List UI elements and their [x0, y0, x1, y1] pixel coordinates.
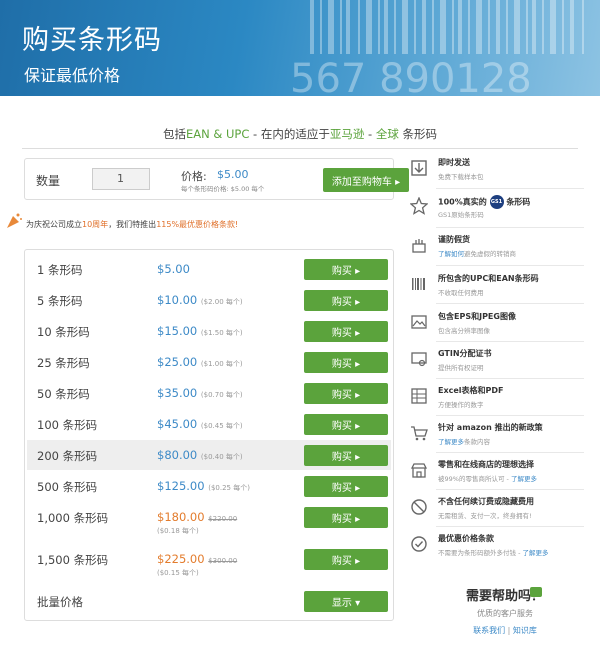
row-price: $15.00 ($1.50 每个)	[157, 324, 243, 338]
barcode-graphic: 567 890128	[290, 0, 584, 96]
price-row: 1,500 条形码 $225.00 $300.00 ($0.15 每个) 购买 …	[27, 544, 391, 580]
price-row: 10 条形码 $15.00 ($1.50 每个) 购买 ▸	[27, 316, 391, 346]
help-subtitle: 优质的客户服务	[477, 609, 533, 618]
learn-how-link[interactable]: 了解如何	[438, 250, 464, 258]
price-label: 价格:	[181, 170, 207, 183]
row-per-unit: ($0.18 每个)	[157, 527, 199, 535]
add-to-cart-button[interactable]: 添加至购物车 ▸	[323, 168, 409, 192]
price-value: $5.00	[217, 168, 249, 181]
row-price: $5.00	[157, 262, 190, 276]
header-banner: 567 890128 购买条形码 保证最低价格	[0, 0, 600, 96]
row-price: $225.00 $300.00	[157, 552, 238, 566]
learn-more-link[interactable]: 了解更多	[522, 549, 548, 557]
row-qty: 10 条形码	[37, 325, 90, 339]
buy-button[interactable]: 购买 ▸	[304, 290, 388, 311]
row-qty: 1,000 条形码	[37, 511, 109, 525]
learn-more-link[interactable]: 了解更多	[438, 438, 464, 446]
chat-icon[interactable]	[530, 587, 542, 597]
bulk-label: 批量价格	[37, 595, 83, 609]
page-subtitle: 保证最低价格	[24, 66, 121, 85]
amazon-logo: amazon	[456, 423, 492, 432]
store-icon	[410, 463, 428, 478]
price-table: 1 条形码 $5.00 购买 ▸ 5 条形码 $10.00 ($2.00 每个)…	[24, 249, 394, 621]
cake-icon	[412, 239, 426, 253]
row-price: $25.00 ($1.00 每个)	[157, 355, 243, 369]
knowledge-base-link[interactable]: 知识库	[513, 626, 537, 635]
buy-button[interactable]: 购买 ▸	[304, 549, 388, 570]
buy-button[interactable]: 购买 ▸	[304, 414, 388, 435]
cart-icon	[411, 426, 428, 441]
row-qty: 500 条形码	[37, 480, 98, 494]
row-price: $80.00 ($0.40 每个)	[157, 448, 243, 462]
buy-button[interactable]: 购买 ▸	[304, 321, 388, 342]
page-title: 购买条形码	[22, 25, 162, 56]
image-icon	[411, 315, 427, 329]
learn-more-link[interactable]: 了解更多	[511, 475, 537, 483]
quantity-box: 数量 1 价格: $5.00 每个条形码价格: $5.00 每个 添加至购物车 …	[24, 158, 409, 200]
price-row: 1 条形码 $5.00 购买 ▸	[27, 254, 391, 284]
price-row-selected: 200 条形码 $80.00 ($0.40 每个) 购买 ▸	[27, 440, 391, 470]
row-qty: 25 条形码	[37, 356, 90, 370]
divider	[22, 148, 578, 149]
row-price: $125.00 ($0.25 每个)	[157, 479, 250, 493]
gs1-logo-icon: GS1	[489, 195, 504, 209]
row-price: $10.00 ($2.00 每个)	[157, 293, 243, 307]
row-qty: 1 条形码	[37, 263, 83, 277]
help-title: 需要帮助吗？	[465, 589, 544, 604]
buy-button[interactable]: 购买 ▸	[304, 259, 388, 280]
bulk-row: 批量价格 显示 ▾	[27, 586, 391, 616]
price-row: 500 条形码 $125.00 ($0.25 每个) 购买 ▸	[27, 471, 391, 501]
barcode-icon	[412, 278, 425, 290]
show-bulk-button[interactable]: 显示 ▾	[304, 591, 388, 612]
price-row: 5 条形码 $10.00 ($2.00 每个) 购买 ▸	[27, 285, 391, 315]
row-qty: 200 条形码	[37, 449, 98, 463]
buy-button[interactable]: 购买 ▸	[304, 476, 388, 497]
feature-item: 100%真实的 GS1 条形码 GS1原始条形码	[406, 195, 584, 231]
buy-button[interactable]: 购买 ▸	[304, 507, 388, 528]
row-qty: 50 条形码	[37, 387, 90, 401]
buy-button[interactable]: 购买 ▸	[304, 445, 388, 466]
row-price: $180.00 $220.00	[157, 510, 238, 524]
row-qty: 5 条形码	[37, 294, 83, 308]
row-price: $35.00 ($0.70 每个)	[157, 386, 243, 400]
certificate-icon	[411, 352, 427, 367]
price-row: 100 条形码 $45.00 ($0.45 每个) 购买 ▸	[27, 409, 391, 439]
spreadsheet-icon	[411, 388, 427, 404]
tagline: 包括EAN & UPC - 在内的适应于亚马逊 - 全球 条形码	[163, 127, 437, 141]
promo-text: 为庆祝公司成立10周年，我们特推出115%最优惠价格条款!	[26, 220, 239, 229]
barcode-digits: 567 890128	[290, 56, 532, 96]
unit-price-note: 每个条形码价格: $5.00 每个	[181, 185, 265, 193]
contact-us-link[interactable]: 联系我们	[473, 626, 505, 635]
celebration-icon	[7, 213, 22, 228]
quantity-input[interactable]: 1	[92, 168, 150, 190]
row-qty: 100 条形码	[37, 418, 98, 432]
check-icon	[411, 536, 427, 552]
price-row: 50 条形码 $35.00 ($0.70 每个) 购买 ▸	[27, 378, 391, 408]
price-row: 25 条形码 $25.00 ($1.00 每个) 购买 ▸	[27, 347, 391, 377]
row-per-unit: ($0.15 每个)	[157, 569, 199, 577]
help-box: 需要帮助吗？ 优质的客户服务 联系我们 | 知识库	[440, 585, 570, 636]
no-fee-icon	[411, 499, 427, 515]
buy-button[interactable]: 购买 ▸	[304, 352, 388, 373]
download-icon	[411, 160, 427, 176]
row-qty: 1,500 条形码	[37, 553, 109, 567]
star-icon	[410, 197, 428, 215]
price-row: 1,000 条形码 $180.00 $220.00 ($0.18 每个) 购买 …	[27, 502, 391, 538]
feature-item: 最优惠价格条款 不需要为条形码额外多付钱 - 了解更多	[406, 533, 584, 569]
quantity-label: 数量	[36, 174, 61, 188]
row-price: $45.00 ($0.45 每个)	[157, 417, 243, 431]
buy-button[interactable]: 购买 ▸	[304, 383, 388, 404]
